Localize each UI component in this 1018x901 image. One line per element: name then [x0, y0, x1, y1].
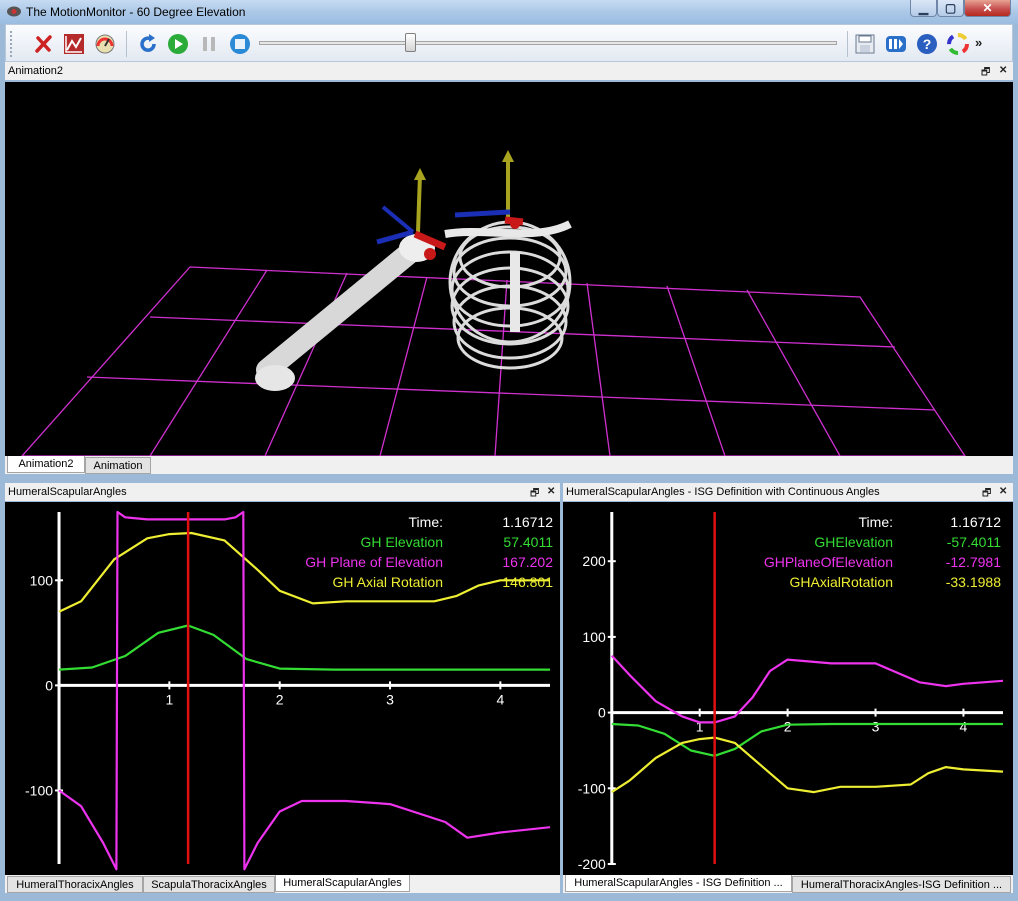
restore-icon[interactable]: 🗗 [982, 486, 991, 503]
right-tabbar: HumeralScapularAngles - ISG Definition .… [563, 875, 1013, 893]
x-tick-label: 2 [276, 691, 284, 707]
help-icon[interactable]: ? [916, 33, 938, 55]
x-tick-label: 1 [165, 691, 173, 707]
y-tick-label: 100 [30, 572, 54, 588]
pause-icon[interactable] [198, 33, 220, 55]
toolbar-separator [126, 31, 127, 57]
readout-label: Time: [409, 514, 443, 530]
tab-label: HumeralThoracixAngles-ISG Definition ... [800, 879, 1003, 891]
right-panel-title: HumeralScapularAngles - ISG Definition w… [566, 486, 880, 498]
toolbar-separator [847, 31, 848, 57]
left-tabbar: HumeralThoracixAngles ScapulaThoracixAng… [5, 875, 560, 893]
y-tick-label: -100 [578, 780, 606, 796]
readout-value: 167.202 [502, 554, 553, 570]
tab-label: ScapulaThoracixAngles [151, 879, 267, 891]
restore-icon[interactable]: 🗗 [530, 486, 539, 503]
readout-value: -57.4011 [947, 534, 1001, 550]
tab-humeral-thoracix-angles[interactable]: HumeralThoracixAngles [7, 876, 143, 893]
close-panel-icon[interactable]: ✕ [999, 486, 1007, 497]
animation-panel-header: Animation2 🗗 ✕ [5, 62, 1013, 80]
x-tick-label: 4 [960, 719, 968, 735]
app-icon [7, 6, 21, 17]
maximize-button[interactable]: ▢ [937, 0, 964, 17]
close-panel-icon[interactable]: ✕ [999, 65, 1007, 76]
tab-humeral-scapular-isg[interactable]: HumeralScapularAngles - ISG Definition .… [565, 875, 792, 892]
title-bar[interactable]: The MotionMonitor - 60 Degree Elevation … [0, 0, 1018, 24]
stop-x-icon[interactable] [33, 33, 55, 55]
readout-value: 57.4011 [503, 534, 553, 550]
readout-value: 1.16712 [502, 514, 553, 530]
readout-label: Time: [859, 514, 893, 530]
tab-label: HumeralScapularAngles - ISG Definition .… [574, 877, 783, 889]
restore-icon[interactable]: 🗗 [981, 65, 990, 82]
left-panel-title: HumeralScapularAngles [8, 486, 127, 498]
left-chart[interactable]: 100 0 -100 1 2 3 4 Time: 1.16712 GH Elevation 57.4… [5, 502, 560, 875]
toolbar-grip[interactable] [10, 31, 15, 57]
readout-label: GH Elevation [361, 534, 443, 550]
minimize-button[interactable]: ▁ [910, 0, 937, 17]
x-tick-label: 3 [872, 719, 880, 735]
animation-viewport[interactable] [5, 82, 1013, 456]
save-icon[interactable] [854, 33, 876, 55]
y-tick-label: 0 [598, 705, 606, 721]
tab-label: Animation2 [18, 458, 74, 470]
minimize-icon: ▁ [918, 1, 929, 15]
tab-label: HumeralScapularAngles [283, 877, 402, 889]
readout-label: GH Plane of Elevation [305, 554, 443, 570]
close-icon: ✕ [982, 1, 993, 15]
right-panel-header: HumeralScapularAngles - ISG Definition w… [563, 483, 1013, 501]
tab-animation2[interactable]: Animation2 [7, 456, 85, 473]
left-panel-header: HumeralScapularAngles 🗗 ✕ [5, 483, 560, 501]
readout-value: -12.7981 [946, 554, 1001, 570]
play-icon[interactable] [167, 33, 189, 55]
animation-tabbar: Animation2 Animation [5, 456, 1013, 474]
toggle-icon[interactable] [885, 33, 907, 55]
close-button[interactable]: ✕ [964, 0, 1011, 17]
animation-panel-title: Animation2 [8, 65, 64, 77]
y-tick-label: 100 [582, 629, 606, 645]
maximize-icon: ▢ [944, 1, 957, 15]
close-panel-icon[interactable]: ✕ [547, 486, 555, 497]
readout-label: GH Axial Rotation [333, 574, 444, 590]
chart-icon[interactable] [63, 33, 85, 55]
right-chart[interactable]: 2001000-100-2001 2 3 4Time: 1.16712GHElevati… [563, 502, 1013, 875]
tab-scapula-thoracix-angles[interactable]: ScapulaThoracixAngles [143, 876, 275, 893]
readout-label: GHAxialRotation [790, 574, 894, 590]
timeline-slider-track[interactable] [259, 41, 837, 45]
tab-humeral-scapular-angles[interactable]: HumeralScapularAngles [275, 875, 410, 892]
readout-label: GHElevation [814, 534, 893, 550]
tab-label: HumeralThoracixAngles [16, 879, 134, 891]
readout-label: GHPlaneOfElevation [764, 554, 893, 570]
timeline-slider-thumb[interactable] [405, 33, 416, 52]
tab-humeral-thoracix-isg[interactable]: HumeralThoracixAngles-ISG Definition ... [792, 876, 1011, 893]
tab-label: Animation [93, 460, 143, 472]
color-wheel-icon[interactable] [947, 33, 969, 55]
x-tick-label: 3 [386, 691, 394, 707]
readout-value: 1.16712 [950, 514, 1001, 530]
y-tick-label: -200 [578, 856, 606, 872]
x-tick-label: 4 [496, 691, 504, 707]
y-tick-label: 0 [45, 677, 53, 693]
readout-value: -33.1988 [946, 574, 1001, 590]
y-tick-label: 200 [582, 553, 606, 569]
readout-value: 146.801 [502, 574, 553, 590]
y-tick-label: -100 [25, 782, 53, 798]
window-title: The MotionMonitor - 60 Degree Elevation [26, 5, 246, 19]
tab-animation[interactable]: Animation [85, 457, 151, 474]
svg-text:?: ? [923, 36, 932, 52]
x-tick-label: 2 [784, 719, 792, 735]
refresh-icon[interactable] [137, 33, 159, 55]
stop-icon[interactable] [229, 33, 251, 55]
gauge-icon[interactable] [94, 33, 116, 55]
toolbar-overflow-button[interactable]: » [975, 35, 982, 50]
